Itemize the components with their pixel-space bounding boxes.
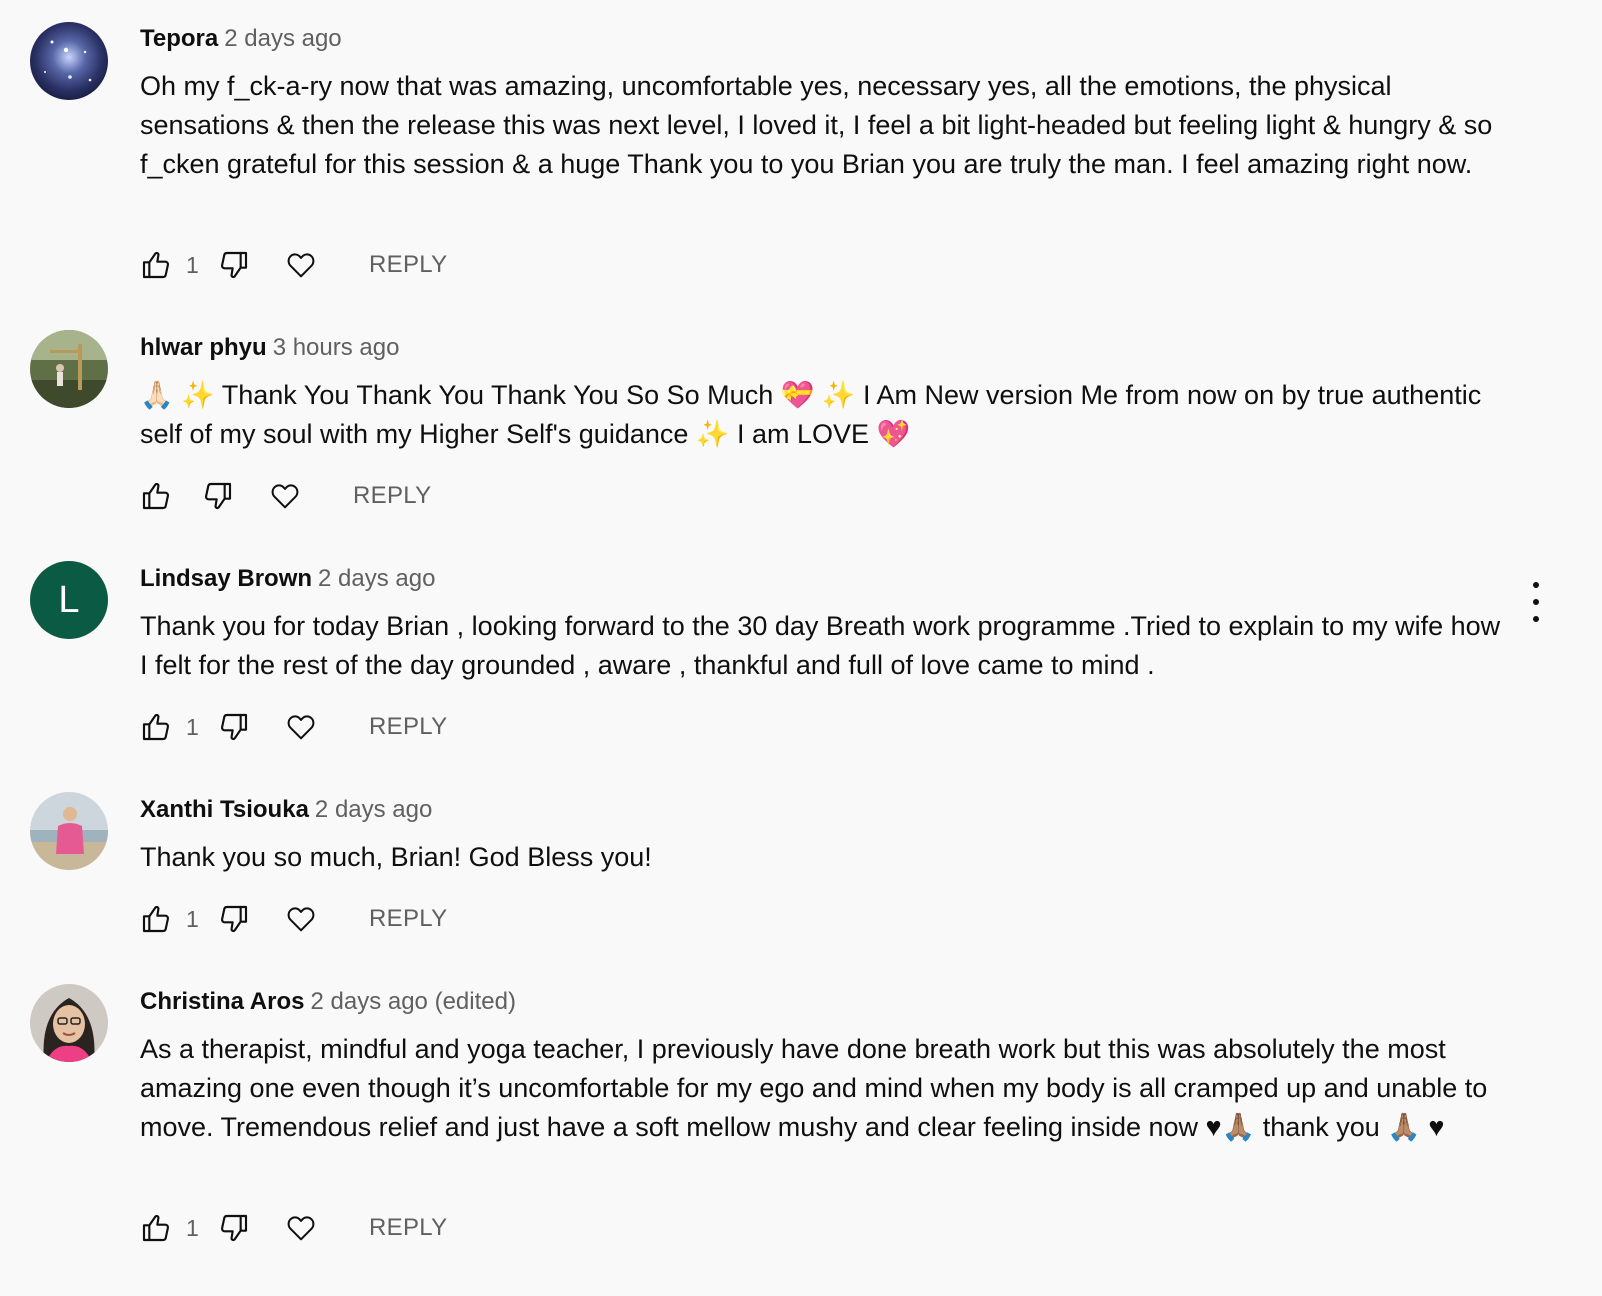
comment-timestamp[interactable]: 2 days ago xyxy=(224,25,341,52)
reply-button[interactable]: REPLY xyxy=(369,1214,447,1242)
heart-icon[interactable] xyxy=(285,1212,317,1244)
thumbs-down-icon[interactable] xyxy=(218,249,250,281)
thumbs-down-icon[interactable] xyxy=(218,903,250,935)
reply-button[interactable]: REPLY xyxy=(353,482,431,510)
thumbs-up-icon[interactable] xyxy=(140,249,172,281)
thumbs-down-icon[interactable] xyxy=(218,711,250,743)
comment-actions: REPLY xyxy=(140,479,431,513)
more-vert-icon[interactable] xyxy=(1522,582,1550,622)
reply-button[interactable]: REPLY xyxy=(369,905,447,933)
portrait-avatar-image xyxy=(30,984,108,1062)
comment-actions: 1 REPLY xyxy=(140,710,447,744)
heart-icon[interactable] xyxy=(285,249,317,281)
comment-actions: 1 REPLY xyxy=(140,248,447,282)
avatar[interactable] xyxy=(30,984,108,1062)
heart-icon[interactable] xyxy=(285,711,317,743)
comment-author[interactable]: hlwar phyu xyxy=(140,334,267,361)
comment-timestamp[interactable]: 3 hours ago xyxy=(273,334,400,361)
like-count: 1 xyxy=(186,251,199,278)
comment-text: Thank you so much, Brian! God Bless you! xyxy=(140,842,652,872)
comment-text: Thank you for today Brian , looking forw… xyxy=(140,611,1501,680)
avatar[interactable] xyxy=(30,792,108,870)
like-count: 1 xyxy=(186,905,199,932)
comment-actions: 1 REPLY xyxy=(140,1211,447,1245)
thumbs-up-icon[interactable] xyxy=(140,1212,172,1244)
comment-timestamp[interactable]: 2 days ago (edited) xyxy=(310,988,515,1015)
thumbs-down-icon[interactable] xyxy=(218,1212,250,1244)
thumbs-up-icon[interactable] xyxy=(140,480,172,512)
heart-icon[interactable] xyxy=(285,903,317,935)
avatar[interactable] xyxy=(30,330,108,408)
comment-author[interactable]: Tepora xyxy=(140,25,218,52)
comment-text: As a therapist, mindful and yoga teacher… xyxy=(140,1034,1488,1142)
like-count: 1 xyxy=(186,713,199,740)
thumbs-up-icon[interactable] xyxy=(140,903,172,935)
beach-avatar-image xyxy=(30,792,108,870)
outdoor-avatar-image xyxy=(30,330,108,408)
comment-text: Oh my f_ck-a-ry now that was amazing, un… xyxy=(140,71,1493,179)
galaxy-avatar-image xyxy=(30,22,108,100)
reply-button[interactable]: REPLY xyxy=(369,713,447,741)
comment-timestamp[interactable]: 2 days ago xyxy=(315,796,432,823)
avatar[interactable]: L xyxy=(30,561,108,639)
comment-author[interactable]: Xanthi Tsiouka xyxy=(140,796,309,823)
comment-actions: 1 REPLY xyxy=(140,902,447,936)
heart-icon[interactable] xyxy=(269,480,301,512)
thumbs-up-icon[interactable] xyxy=(140,711,172,743)
like-count: 1 xyxy=(186,1214,199,1241)
thumbs-down-icon[interactable] xyxy=(202,480,234,512)
comment-author[interactable]: Christina Aros xyxy=(140,988,304,1015)
comment-timestamp[interactable]: 2 days ago xyxy=(318,565,435,592)
reply-button[interactable]: REPLY xyxy=(369,251,447,279)
comment-text: 🙏🏻 ✨ Thank You Thank You Thank You So So… xyxy=(140,380,1482,449)
avatar[interactable] xyxy=(30,22,108,100)
comment-author[interactable]: Lindsay Brown xyxy=(140,565,312,592)
